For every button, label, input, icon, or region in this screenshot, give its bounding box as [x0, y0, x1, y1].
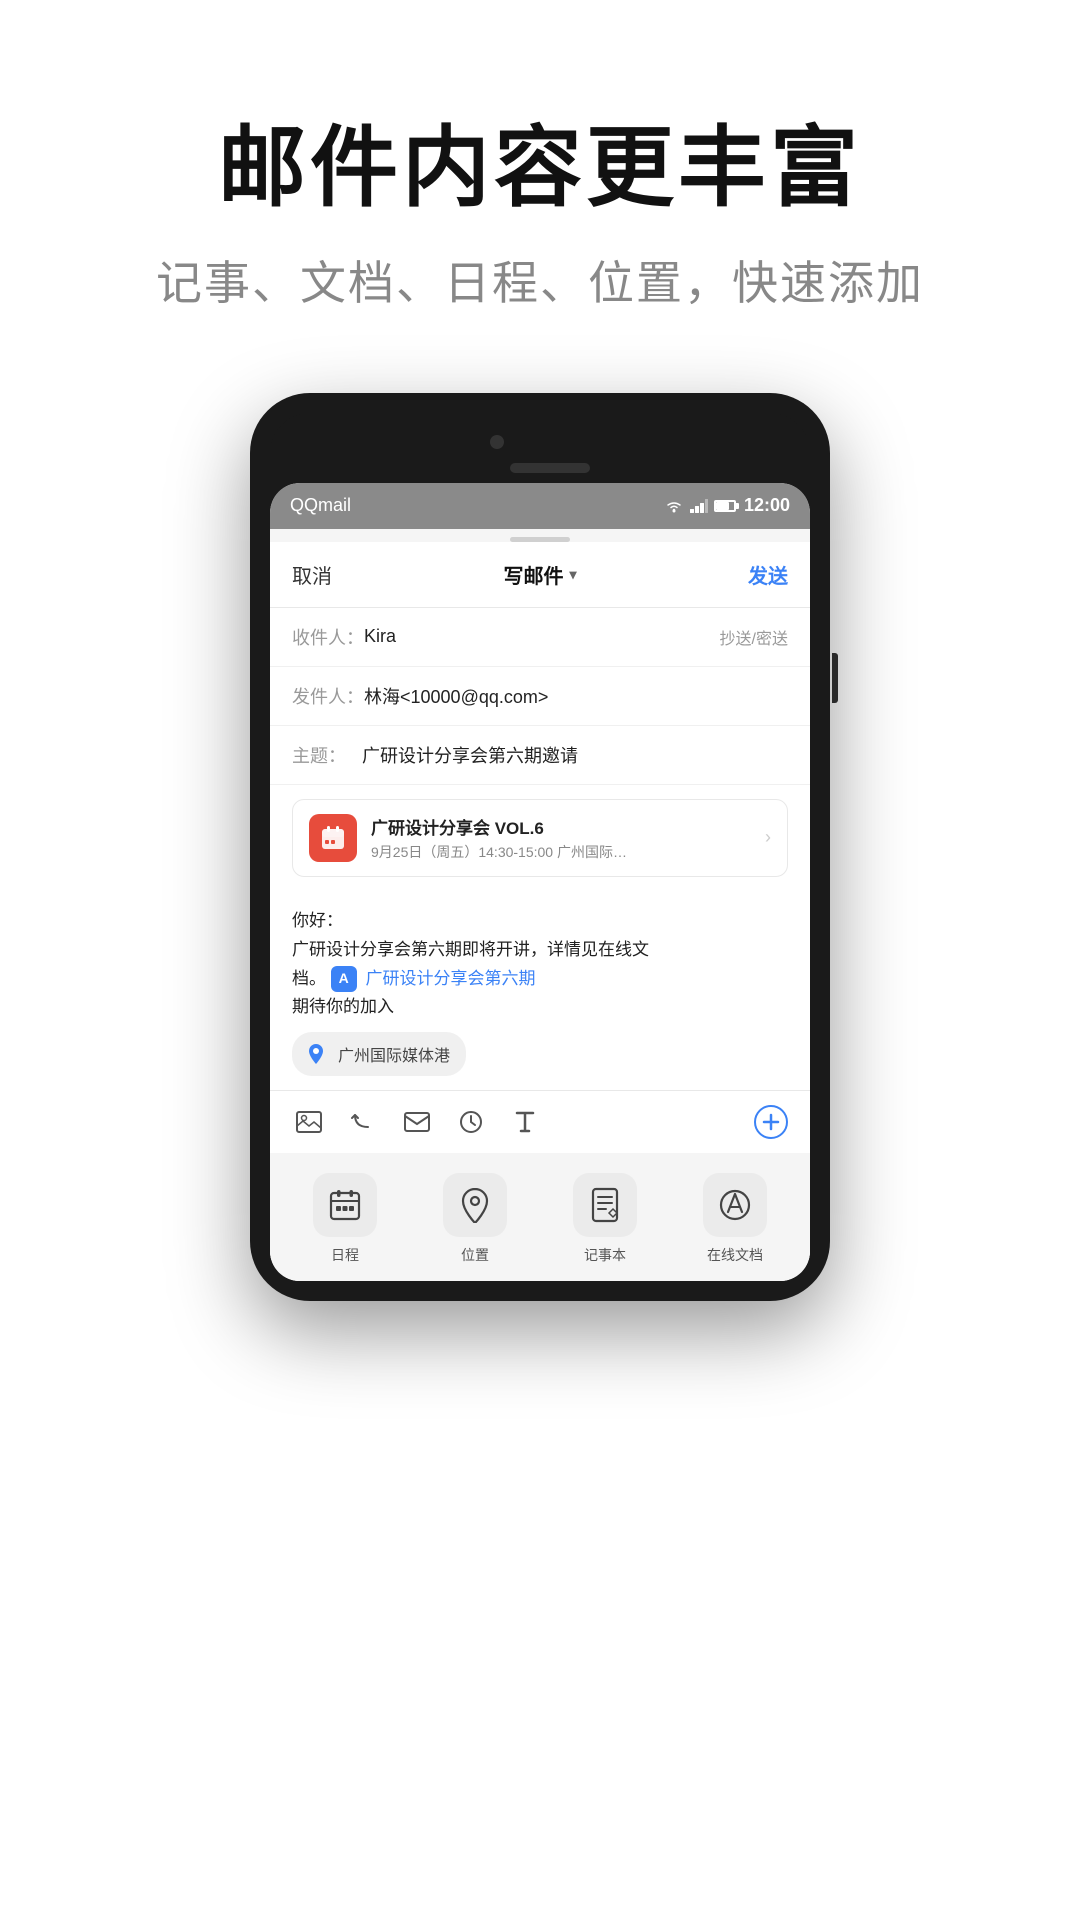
email-compose: 取消 写邮件 ▾ 发送 收件人： Kira 抄送/密送 发件人： 林海<10: [270, 542, 810, 1282]
to-value[interactable]: Kira: [364, 626, 720, 647]
subject-field-row: 主题： 广研设计分享会第六期邀请: [270, 726, 810, 785]
to-label: 收件人：: [292, 624, 364, 650]
location-action-icon: [460, 1187, 490, 1223]
format-toolbar: [270, 1090, 810, 1153]
tool-icons-group: [292, 1105, 542, 1139]
body-text: 你好： 广研设计分享会第六期即将开讲，详情见在线文 档。 广研设计分享会第六期 …: [292, 907, 788, 1023]
compose-title-arrow: ▾: [569, 566, 576, 583]
status-bar: QQmail: [270, 483, 810, 529]
compose-title: 写邮件 ▾: [503, 560, 576, 589]
doc-inline-icon: [331, 966, 357, 992]
clock-tool-icon[interactable]: [454, 1105, 488, 1139]
calendar-attachment[interactable]: 广研设计分享会 VOL.6 9月25日（周五）14:30-15:00 广州国际……: [292, 799, 788, 877]
body-line2-prefix: 档。: [292, 969, 326, 988]
online-doc-icon: [718, 1188, 752, 1222]
from-value[interactable]: 林海<10000@qq.com>: [364, 683, 788, 709]
body-line1: 广研设计分享会第六期即将开讲，详情见在线文: [292, 940, 649, 959]
cal-svg: [320, 825, 346, 851]
phone-speaker: [510, 463, 590, 473]
action-online-doc[interactable]: 在线文档: [703, 1173, 767, 1265]
cc-label[interactable]: 抄送/密送: [720, 625, 788, 649]
phone-screen: QQmail: [270, 483, 810, 1282]
clock-svg: [459, 1110, 483, 1134]
location-icon: [302, 1040, 330, 1068]
status-icons: [664, 498, 736, 514]
send-button[interactable]: 发送: [748, 560, 788, 589]
add-tool-button[interactable]: [754, 1105, 788, 1139]
email-svg: [404, 1112, 430, 1132]
location-action-label: 位置: [461, 1245, 489, 1265]
undo-tool-icon[interactable]: [346, 1105, 380, 1139]
attachment-title: 广研设计分享会 VOL.6: [371, 814, 765, 839]
email-body[interactable]: 你好： 广研设计分享会第六期即将开讲，详情见在线文 档。 广研设计分享会第六期 …: [270, 891, 810, 1091]
notes-label: 记事本: [584, 1245, 626, 1265]
cancel-button[interactable]: 取消: [292, 560, 332, 589]
status-time: 12:00: [744, 495, 790, 516]
status-app-name: QQmail: [290, 495, 351, 516]
image-tool-icon[interactable]: [292, 1105, 326, 1139]
action-notes[interactable]: 记事本: [573, 1173, 637, 1265]
plus-svg: [762, 1113, 780, 1131]
schedule-label: 日程: [331, 1245, 359, 1265]
notes-icon: [590, 1187, 620, 1223]
wifi-icon: [664, 498, 684, 514]
page-title: 邮件内容更丰富: [0, 120, 1080, 217]
subject-value[interactable]: 广研设计分享会第六期邀请: [362, 742, 788, 768]
action-schedule[interactable]: 日程: [313, 1173, 377, 1265]
action-location[interactable]: 位置: [443, 1173, 507, 1265]
phone-mockup: QQmail: [0, 393, 1080, 1302]
body-link[interactable]: 广研设计分享会第六期: [365, 969, 535, 988]
text-svg: [515, 1110, 535, 1134]
attachment-arrow-icon: ›: [765, 827, 771, 848]
status-right: 12:00: [664, 495, 790, 516]
subject-label: 主题：: [292, 742, 362, 768]
location-text: 广州国际媒体港: [338, 1042, 450, 1066]
phone-frame: QQmail: [250, 393, 830, 1302]
from-field-row: 发件人： 林海<10000@qq.com>: [270, 667, 810, 726]
phone-notch: [270, 413, 810, 483]
location-chip[interactable]: 广州国际媒体港: [292, 1032, 466, 1076]
schedule-icon: [328, 1188, 362, 1222]
online-doc-icon-wrap: [703, 1173, 767, 1237]
calendar-icon: [309, 814, 357, 862]
to-field-row: 收件人： Kira 抄送/密送: [270, 608, 810, 667]
online-doc-label: 在线文档: [707, 1245, 763, 1265]
page-subtitle: 记事、文档、日程、位置，快速添加: [0, 247, 1080, 313]
schedule-icon-wrap: [313, 1173, 377, 1237]
bottom-action-bar: 日程 位置: [270, 1153, 810, 1281]
page-header: 邮件内容更丰富 记事、文档、日程、位置，快速添加: [0, 0, 1080, 373]
phone-side-button: [832, 653, 838, 703]
notes-icon-wrap: [573, 1173, 637, 1237]
phone-camera: [490, 435, 504, 449]
compose-toolbar: 取消 写邮件 ▾ 发送: [270, 542, 810, 608]
body-greeting: 你好：: [292, 911, 343, 930]
undo-svg: [350, 1111, 376, 1133]
pin-svg: [307, 1043, 325, 1065]
email-tool-icon[interactable]: [400, 1105, 434, 1139]
location-icon-wrap: [443, 1173, 507, 1237]
attachment-detail: 9月25日（周五）14:30-15:00 广州国际…: [371, 842, 765, 862]
image-svg: [296, 1111, 322, 1133]
signal-icon: [690, 499, 708, 513]
from-label: 发件人：: [292, 683, 364, 709]
text-tool-icon[interactable]: [508, 1105, 542, 1139]
body-line3: 期待你的加入: [292, 997, 394, 1016]
attachment-info: 广研设计分享会 VOL.6 9月25日（周五）14:30-15:00 广州国际…: [371, 814, 765, 862]
battery-icon: [714, 500, 736, 512]
